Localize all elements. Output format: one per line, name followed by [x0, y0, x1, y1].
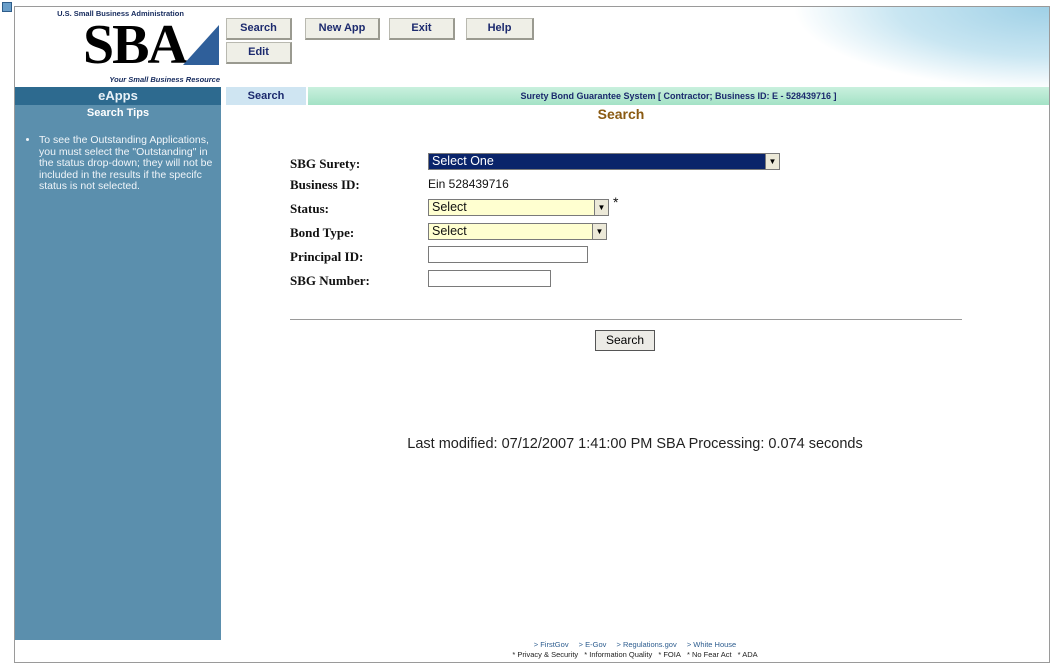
footer-link-no-fear-act[interactable]: * No Fear Act [687, 650, 732, 659]
footer-link-firstgov[interactable]: > FirstGov [534, 640, 569, 649]
bond-type-select[interactable]: Select ▼ [428, 223, 607, 240]
sbg-surety-label: SBG Surety: [290, 156, 361, 171]
business-id-value: Ein 528439716 [428, 177, 509, 191]
search-tip-item: To see the Outstanding Applications, you… [39, 134, 214, 193]
business-id-label: Business ID: [290, 177, 360, 192]
tab-search[interactable]: Search [226, 87, 306, 105]
chevron-down-icon[interactable]: ▼ [594, 200, 608, 215]
toolbar-exit-button[interactable]: Exit [389, 18, 455, 40]
logo-tagline: Your Small Business Resource [109, 75, 220, 84]
toolbar-new-app-button[interactable]: New App [305, 18, 380, 40]
footer-link-whitehouse[interactable]: > White House [687, 640, 736, 649]
sbg-number-input[interactable] [428, 270, 551, 287]
sbg-surety-value: Select One [432, 154, 494, 168]
footer-link-egov[interactable]: > E-Gov [579, 640, 607, 649]
sba-logo: U.S. Small Business Administration SBA Y… [15, 7, 221, 87]
search-submit-button[interactable]: Search [595, 330, 655, 351]
sidebar: Search Tips To see the Outstanding Appli… [15, 105, 221, 640]
chevron-down-icon[interactable]: ▼ [765, 154, 779, 169]
sbg-surety-select[interactable]: Select One ▼ [428, 153, 780, 170]
system-status-bar: Surety Bond Guarantee System [ Contracto… [308, 87, 1049, 105]
bond-type-value: Select [432, 224, 467, 238]
toolbar-edit-button[interactable]: Edit [226, 42, 292, 64]
toolbar-help-button[interactable]: Help [466, 18, 534, 40]
footer-link-regulations[interactable]: > Regulations.gov [616, 640, 676, 649]
header-swoosh-decoration [649, 7, 1049, 87]
logo-triangle [183, 25, 219, 65]
chevron-down-icon[interactable]: ▼ [592, 224, 606, 239]
footer-links: > FirstGov > E-Gov > Regulations.gov > W… [221, 640, 1049, 649]
nav-strip: eApps Search Surety Bond Guarantee Syste… [15, 87, 1049, 105]
status-value: Select [432, 200, 467, 214]
search-tips-title: Search Tips [86, 107, 150, 119]
header: U.S. Small Business Administration SBA Y… [15, 7, 1049, 87]
form-divider [290, 319, 962, 320]
status-label: Status: [290, 201, 330, 216]
status-select[interactable]: Select ▼ [428, 199, 609, 216]
page-title: Search [597, 106, 645, 122]
page-icon [2, 2, 12, 12]
app-name-bar: eApps [15, 87, 221, 105]
logo-letters: SBA [83, 14, 188, 76]
required-mark: * [613, 194, 619, 210]
bond-type-label: Bond Type: [290, 225, 355, 240]
footer-link-foia[interactable]: * FOIA [658, 650, 681, 659]
footer-link-information-quality[interactable]: * Information Quality [584, 650, 652, 659]
last-modified-text: Last modified: 07/12/2007 1:41:00 PM SBA… [407, 436, 863, 452]
footer-link-privacy[interactable]: * Privacy & Security [512, 650, 578, 659]
toolbar-search-button[interactable]: Search [226, 18, 292, 40]
sbg-number-label: SBG Number: [290, 273, 370, 288]
footer-link-ada[interactable]: * ADA [738, 650, 758, 659]
search-tips-list: To see the Outstanding Applications, you… [25, 134, 214, 193]
principal-id-label: Principal ID: [290, 249, 364, 264]
footer-policy-links: * Privacy & Security * Information Quali… [221, 650, 1049, 659]
principal-id-input[interactable] [428, 246, 588, 263]
app-frame: U.S. Small Business Administration SBA Y… [14, 6, 1050, 663]
